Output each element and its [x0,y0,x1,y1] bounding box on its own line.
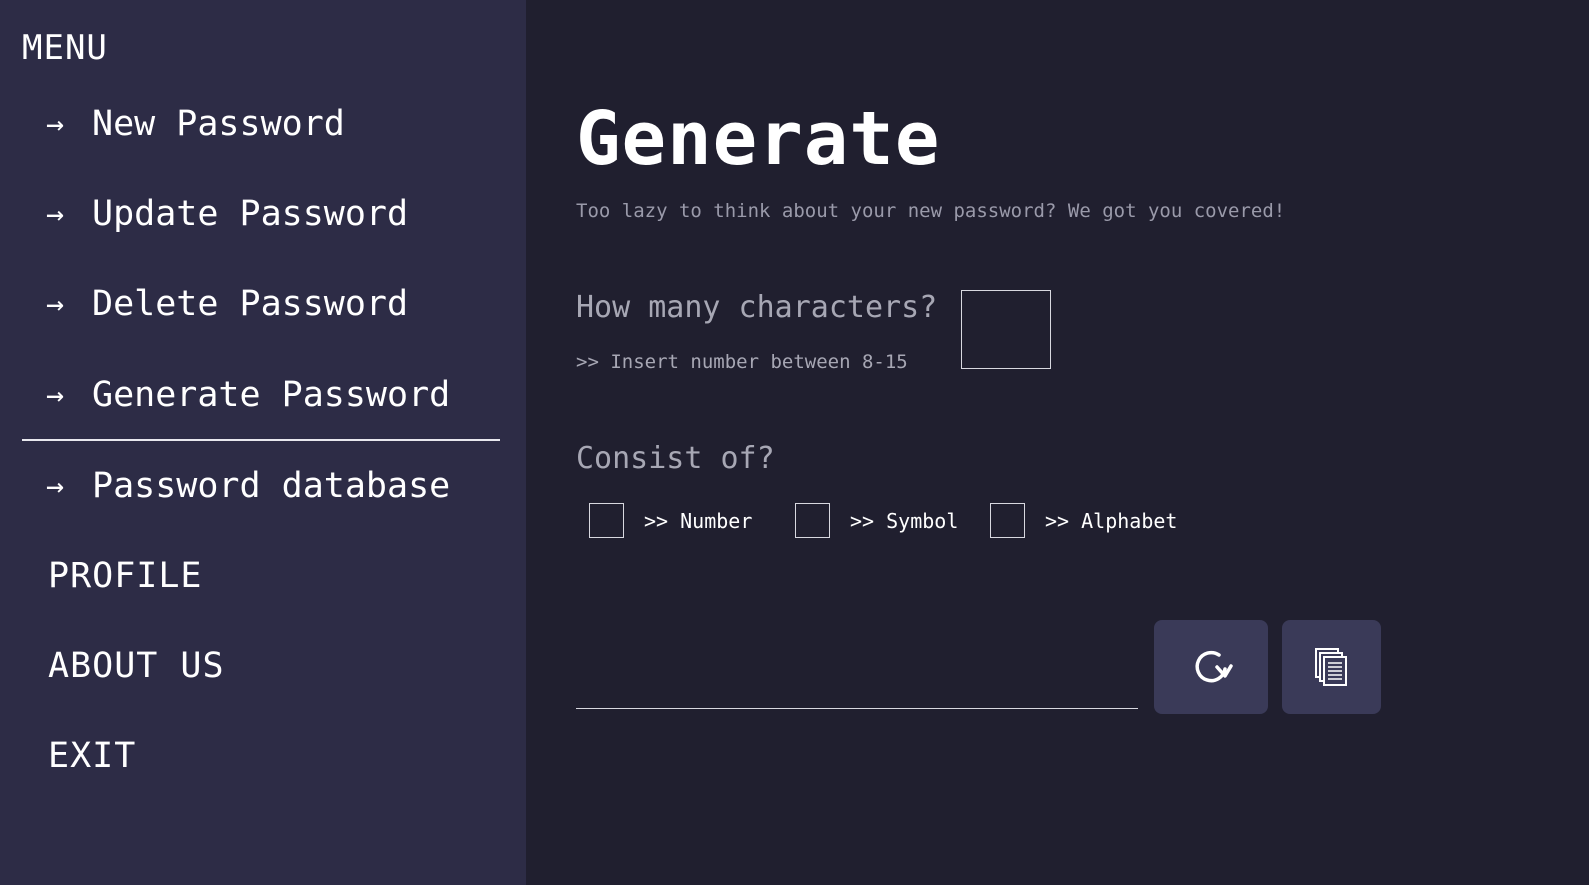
option-label: >> Symbol [850,508,959,533]
arrow-right-icon: → [46,286,65,322]
symbol-checkbox[interactable] [795,503,830,538]
consist-of-label: Consist of? [576,441,775,476]
length-hint: >> Insert number between 8-15 [576,351,908,373]
sidebar-item-delete-password[interactable]: → Delete Password [46,284,408,324]
main-panel: Generate Too lazy to think about your ne… [526,0,1589,885]
sidebar-item-update-password[interactable]: → Update Password [46,194,408,234]
arrow-right-icon: → [46,468,65,504]
copy-button[interactable] [1282,620,1381,714]
arrow-right-icon: → [46,196,65,232]
length-question-label: How many characters? [576,290,938,325]
generated-password-field[interactable] [576,640,1138,709]
app-window: MENU → New Password → Update Password → … [0,0,1589,885]
length-input[interactable] [961,290,1051,369]
sidebar-item-password-database[interactable]: → Password database [46,466,450,506]
sidebar-item-about-us[interactable]: ABOUT US [48,646,225,686]
sidebar-item-label: Delete Password [92,284,409,324]
sidebar-item-label: Password database [92,466,451,506]
sidebar-item-label: Generate Password [92,375,451,415]
arrow-right-icon: → [46,377,65,413]
option-label: >> Alphabet [1045,508,1178,533]
menu-title: MENU [22,28,108,68]
sidebar: MENU → New Password → Update Password → … [0,0,526,885]
sidebar-item-label: New Password [92,104,345,144]
option-alphabet[interactable]: >> Alphabet [990,503,1177,538]
option-label: >> Number [644,508,753,533]
number-checkbox[interactable] [589,503,624,538]
alphabet-checkbox[interactable] [990,503,1025,538]
sidebar-item-exit[interactable]: EXIT [48,736,136,776]
page-title: Generate [576,96,941,182]
sidebar-item-new-password[interactable]: → New Password [46,104,345,144]
sidebar-item-profile[interactable]: PROFILE [48,556,203,596]
sidebar-item-label: Update Password [92,194,409,234]
arrow-right-icon: → [46,106,65,142]
refresh-icon [1189,645,1233,689]
regenerate-button[interactable] [1154,620,1268,714]
option-number[interactable]: >> Number [589,503,752,538]
page-subtitle: Too lazy to think about your new passwor… [576,200,1286,222]
active-item-underline [22,439,500,441]
copy-icon [1312,645,1352,689]
sidebar-item-generate-password[interactable]: → Generate Password [46,375,450,415]
option-symbol[interactable]: >> Symbol [795,503,958,538]
